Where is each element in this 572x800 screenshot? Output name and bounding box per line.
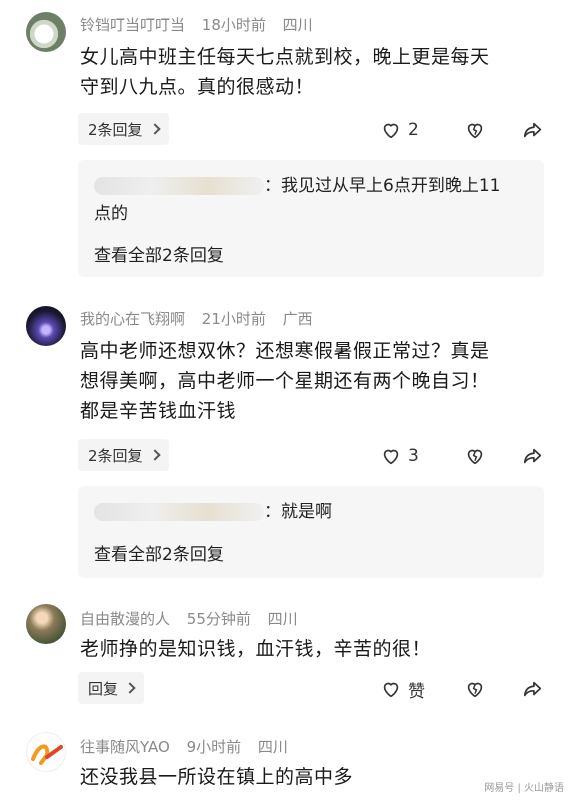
comment-text-line: 想得美啊，高中老师一个星期还有两个晚自习！ [80,370,490,392]
share-button[interactable] [522,443,544,469]
sub-reply-box[interactable]: ：就是啊 查看全部2条回复 [78,486,544,578]
action-row: 2条回复 3 [78,439,548,473]
watermark: 网易号 | 火山静语 [484,783,564,794]
view-all-replies-link[interactable]: 查看全部2条回复 [94,540,224,565]
comment-text: 高中老师还想双休？还想寒假暑假正常过？真是 想得美啊，高中老师一个星期还有两个晚… [80,336,550,426]
avatar-logo [31,744,63,765]
like-label: 赞 [408,681,425,702]
blurred-username [94,177,264,195]
avatar[interactable] [26,732,66,772]
comment-item: 铃铛叮当叮叮当 18小时前 四川 女儿高中班主任每天七点就到校，晚上更是每天 守… [0,0,572,285]
location: 四川 [257,738,288,756]
sub-reply-box[interactable]: ：我见过从早上6点开到晚上11 点的 查看全部2条回复 [78,160,544,277]
chevron-right-icon [148,123,161,135]
like-button[interactable]: 2 [380,117,419,143]
action-row: 2条回复 2 [78,113,548,147]
comment-text-line: 高中老师还想双休？还想寒假暑假正常过？真是 [80,340,490,362]
broken-heart-icon [467,449,483,465]
comment-meta: 自由散漫的人 55分钟前 四川 [80,608,310,629]
share-icon [523,122,542,138]
reply-count-label: 2条回复 [88,446,143,465]
comment-meta: 我的心在飞翔啊 21小时前 广西 [80,308,325,329]
timestamp: 9小时前 [186,738,242,756]
action-row: 回复 赞 [78,672,548,706]
sub-reply-line: ：就是啊 [94,498,332,526]
comment-text-line: 女儿高中班主任每天七点就到校，晚上更是每天 [80,46,490,68]
reply-count-button[interactable]: 2条回复 [78,113,169,145]
avatar[interactable] [26,306,66,346]
avatar[interactable] [26,12,66,52]
share-button[interactable] [522,117,544,143]
comment-item: 我的心在飞翔啊 21小时前 广西 高中老师还想双休？还想寒假暑假正常过？真是 想… [0,298,572,588]
username[interactable]: 我的心在飞翔啊 [80,310,185,328]
like-count: 2 [408,120,419,140]
location: 广西 [282,310,313,328]
comment-meta: 铃铛叮当叮叮当 18小时前 四川 [80,14,325,35]
comment-text-line: 老师挣的是知识钱，血汗钱，辛苦的很！ [80,638,432,660]
reply-button[interactable]: 回复 [78,672,145,704]
broken-heart-icon [467,123,483,139]
dislike-button[interactable] [464,676,486,702]
dislike-button[interactable] [464,443,486,469]
comment-text-line: 还没我县一所设在镇上的高中多 [80,766,354,788]
heart-icon [383,682,399,698]
timestamp: 21小时前 [201,310,266,328]
dislike-button[interactable] [464,117,486,143]
like-button[interactable]: 3 [380,443,419,469]
reply-count-button[interactable]: 2条回复 [78,439,169,471]
comment-text: 老师挣的是知识钱，血汗钱，辛苦的很！ [80,634,550,664]
view-all-replies-link[interactable]: 查看全部2条回复 [94,241,224,266]
share-icon [523,681,542,697]
sub-reply-text-cont: 点的 [94,204,128,224]
chevron-right-icon [124,682,136,694]
broken-heart-icon [467,682,483,698]
heart-icon [383,449,399,465]
chevron-right-icon [148,449,161,461]
comment-text: 还没我县一所设在镇上的高中多 [80,762,550,792]
avatar[interactable] [26,604,66,644]
username[interactable]: 往事随风YAO [80,738,170,756]
timestamp: 18小时前 [201,16,266,34]
timestamp: 55分钟前 [186,610,251,628]
location: 四川 [267,610,298,628]
share-icon [523,448,542,464]
comment-text-line: 都是辛苦钱血汗钱 [80,400,237,422]
comment-text: 女儿高中班主任每天七点就到校，晚上更是每天 守到八九点。真的很感动！ [80,42,550,102]
comment-text-line: 守到八九点。真的很感动！ [80,76,315,98]
like-button[interactable]: 赞 [380,676,425,702]
heart-icon [383,123,399,139]
sub-reply-text: ：我见过从早上6点开到晚上11 [264,176,501,196]
reply-count-label: 2条回复 [88,120,143,139]
username[interactable]: 自由散漫的人 [80,610,170,628]
like-count: 3 [408,446,419,466]
reply-label: 回复 [88,679,119,698]
username[interactable]: 铃铛叮当叮叮当 [80,16,185,34]
share-button[interactable] [522,676,544,702]
comment-item: 自由散漫的人 55分钟前 四川 老师挣的是知识钱，血汗钱，辛苦的很！ 回复 赞 [0,600,572,710]
sub-reply-text: ：就是啊 [264,502,332,522]
blurred-username [94,503,264,521]
comment-meta: 往事随风YAO 9小时前 四川 [80,736,300,757]
location: 四川 [282,16,313,34]
sub-reply-line: ：我见过从早上6点开到晚上11 [94,172,500,200]
